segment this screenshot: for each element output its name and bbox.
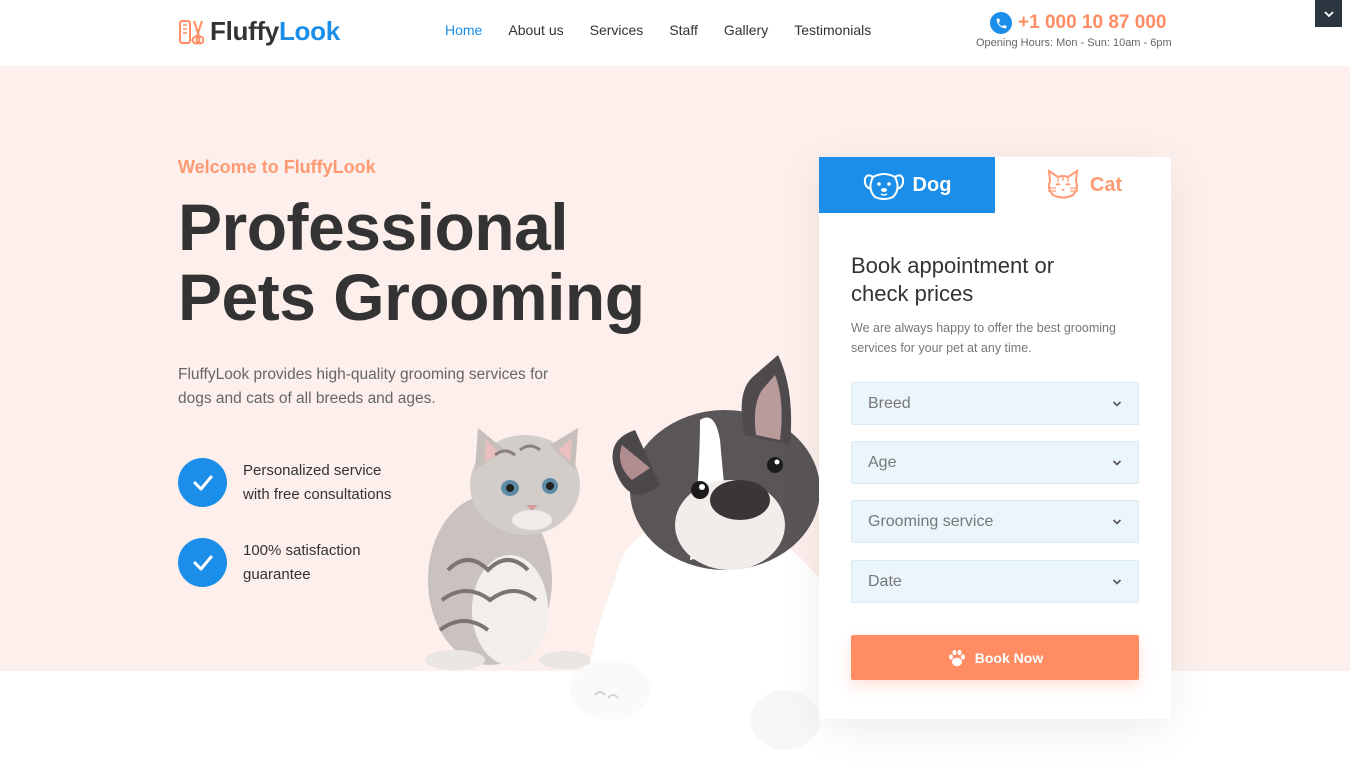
site-header: FluffyLook Home About us Services Staff …: [0, 0, 1350, 66]
phone-icon: [990, 12, 1012, 34]
logo-text-primary: Fluffy: [210, 16, 279, 46]
chevron-down-icon: [1323, 10, 1334, 17]
feature-line: Personalized service: [243, 461, 382, 479]
opening-hours: Opening Hours: Mon - Sun: 10am - 6pm: [976, 37, 1172, 49]
chevron-down-icon: [1112, 518, 1122, 525]
tab-cat[interactable]: Cat: [995, 157, 1171, 213]
booking-card: Dog Cat Book appointment or check prices…: [819, 157, 1171, 719]
phone-contact[interactable]: +1 000 10 87 000: [990, 12, 1166, 34]
check-icon: [178, 538, 227, 587]
nav-gallery[interactable]: Gallery: [724, 22, 768, 38]
grooming-service-select-label: Grooming service: [868, 512, 994, 530]
tab-dog[interactable]: Dog: [819, 157, 995, 213]
chevron-down-icon: [1112, 459, 1122, 466]
book-now-button[interactable]: Book Now: [851, 635, 1139, 680]
chevron-down-icon: [1112, 578, 1122, 585]
feature-item: 100% satisfaction guarantee: [178, 538, 361, 587]
logo-text-accent: Look: [278, 16, 340, 46]
date-select-label: Date: [868, 572, 902, 590]
booking-title: Book appointment or check prices: [851, 253, 1055, 306]
age-select[interactable]: Age: [851, 441, 1139, 484]
date-select[interactable]: Date: [851, 560, 1139, 603]
feature-item: Personalized service with free consultat…: [178, 458, 391, 507]
tab-dog-label: Dog: [912, 173, 952, 196]
phone-number: +1 000 10 87 000: [1018, 12, 1167, 33]
scissors-comb-icon: [179, 19, 204, 44]
nav-about-us[interactable]: About us: [508, 22, 563, 38]
grooming-service-select[interactable]: Grooming service: [851, 500, 1139, 543]
book-now-label: Book Now: [974, 649, 1044, 666]
tab-cat-label: Cat: [1089, 173, 1123, 196]
hero-title-line2: Pets Grooming: [178, 260, 645, 334]
breed-select[interactable]: Breed: [851, 382, 1139, 425]
kitten-and-puppy-image: [425, 355, 820, 750]
check-icon: [178, 458, 227, 507]
booking-description: We are always happy to offer the best gr…: [851, 321, 1116, 355]
nav-staff[interactable]: Staff: [669, 22, 698, 38]
nav-services[interactable]: Services: [590, 22, 644, 38]
feature-line: 100% satisfaction: [243, 541, 361, 559]
logo[interactable]: FluffyLook: [178, 16, 340, 47]
nav-home[interactable]: Home: [445, 22, 482, 38]
pet-type-tabs: Dog Cat: [819, 157, 1171, 213]
age-select-label: Age: [868, 453, 897, 471]
dog-face-icon: [863, 173, 904, 200]
feature-line: guarantee: [243, 565, 311, 583]
paw-icon: [948, 649, 965, 666]
cat-face-icon: [1047, 169, 1079, 199]
main-nav: Home About us Services Staff Gallery Tes…: [445, 22, 871, 38]
expand-toggle-button[interactable]: [1315, 0, 1342, 27]
nav-testimonials[interactable]: Testimonials: [794, 22, 871, 38]
hero-title-line1: Professional: [178, 190, 569, 264]
hero-welcome: Welcome to FluffyLook: [178, 157, 376, 177]
breed-select-label: Breed: [868, 394, 911, 412]
feature-line: with free consultations: [243, 485, 392, 503]
chevron-down-icon: [1112, 400, 1122, 407]
hero-title: Professional Pets Grooming: [178, 192, 645, 332]
